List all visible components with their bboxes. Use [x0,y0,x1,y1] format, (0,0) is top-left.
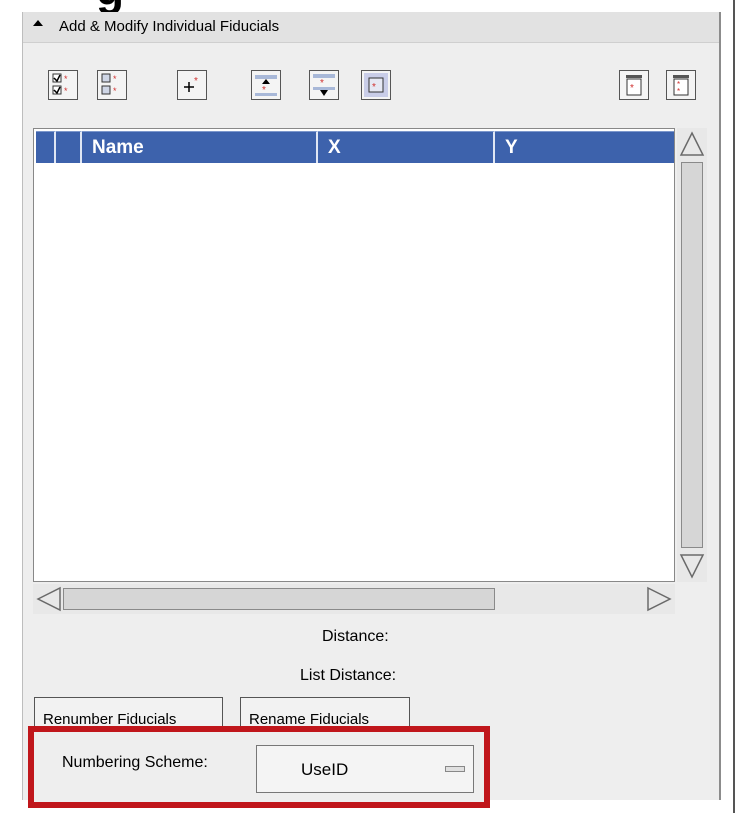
scroll-left-arrow-icon[interactable] [35,586,63,612]
svg-text:*: * [64,74,68,84]
svg-text:*: * [113,86,117,96]
collapse-arrow-icon[interactable] [33,20,43,26]
horizontal-scroll-thumb[interactable] [63,588,495,610]
scroll-down-arrow-icon[interactable] [679,552,705,580]
numbering-scheme-select[interactable]: UseID [256,745,474,793]
numbering-scheme-label: Numbering Scheme: [62,754,208,771]
delete-selected-fiducial-button[interactable]: * [361,70,391,100]
move-fiducial-down-icon: * [313,74,335,96]
window-edge [733,0,735,813]
svg-text:*: * [630,83,634,94]
add-fiducial-icon: * [184,76,198,92]
delete-fiducials-button[interactable]: * [619,70,649,100]
svg-text:*: * [677,87,680,96]
delete-all-fiducials-icon: * * [673,75,689,96]
svg-text:*: * [64,86,68,96]
scroll-up-arrow-icon[interactable] [679,130,705,158]
add-fiducial-button[interactable]: * [177,70,207,100]
horizontal-scrollbar[interactable] [33,584,675,614]
svg-text:*: * [113,74,117,84]
scroll-right-arrow-icon[interactable] [645,586,673,612]
svg-text:*: * [194,76,198,87]
delete-selected-fiducial-icon: * [364,73,388,97]
y-column-header[interactable]: Y [495,131,674,163]
clipped-glyph: g [96,0,124,12]
table-body[interactable]: Name X Y [33,128,675,582]
panel-title: Add & Modify Individual Fiducials [59,18,280,35]
select-all-fiducials-button[interactable]: * * [48,70,78,100]
move-fiducial-up-icon: * [255,75,277,96]
clipped-heading-remnant: g [0,0,740,12]
name-column-label: Name [92,137,144,158]
option-menu-indicator-icon [445,766,465,772]
move-fiducial-up-button[interactable]: * [251,70,281,100]
deselect-all-fiducials-button[interactable]: * * [97,70,127,100]
name-column-header[interactable]: Name [82,131,318,163]
move-fiducial-down-button[interactable]: * [309,70,339,100]
vertical-scroll-thumb[interactable] [681,162,703,548]
deselect-all-fiducials-icon: * * [101,73,117,96]
svg-text:*: * [372,82,376,93]
delete-fiducials-icon: * [626,75,642,96]
distance-label: Distance: [322,628,389,645]
vertical-scrollbar[interactable] [677,128,707,582]
select-all-fiducials-icon: * * [52,73,68,96]
select-column-header[interactable] [36,131,56,163]
numbering-scheme-value: UseID [301,760,349,779]
fiducials-table: Name X Y [33,128,707,616]
list-distance-label: List Distance: [300,667,397,684]
visible-column-header[interactable] [56,131,82,163]
x-column-label: X [328,137,341,158]
delete-all-fiducials-button[interactable]: * * [666,70,696,100]
x-column-header[interactable]: X [318,131,495,163]
y-column-label: Y [505,137,518,158]
panel-header[interactable]: Add & Modify Individual Fiducials [23,12,719,43]
